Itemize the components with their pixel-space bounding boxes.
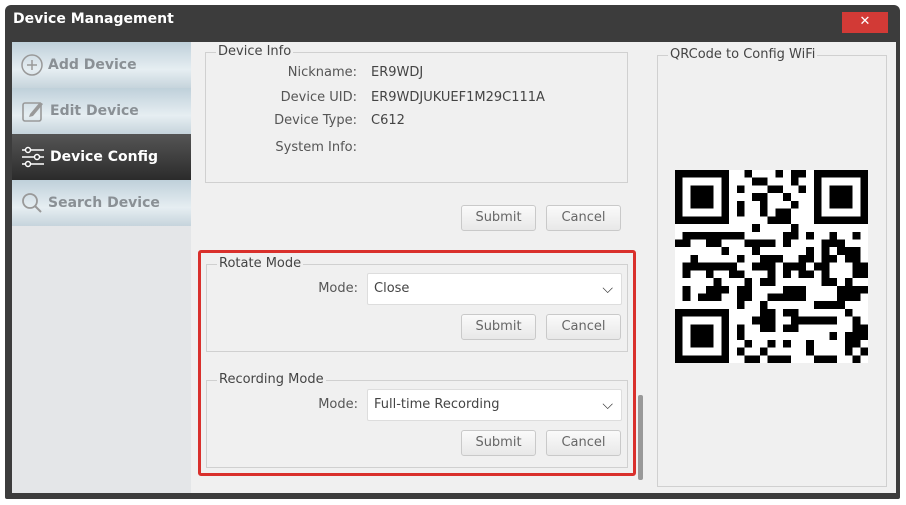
close-button[interactable]: ✕	[842, 12, 888, 33]
nickname-value: ER9WDJ	[371, 65, 424, 80]
window-title: Device Management	[13, 11, 174, 27]
group-legend: Device Info	[216, 44, 294, 59]
sidebar-item-label: Edit Device	[50, 103, 139, 119]
uid-label: Device UID:	[280, 90, 357, 105]
sidebar: Add Device Edit Device Device Config Sea…	[12, 42, 191, 493]
sidebar-item-label: Search Device	[48, 195, 160, 211]
system-info-label: System Info:	[275, 140, 357, 155]
sidebar-item-label: Device Config	[50, 149, 158, 165]
search-icon	[22, 193, 42, 213]
sidebar-item-device-config[interactable]: Device Config	[12, 134, 191, 180]
sidebar-item-add-device[interactable]: Add Device	[12, 42, 191, 88]
edit-icon	[22, 102, 43, 122]
qr-code-image	[675, 170, 868, 363]
nickname-label: Nickname:	[287, 65, 357, 80]
scrollbar-thumb[interactable]	[638, 395, 643, 480]
sidebar-item-edit-device[interactable]: Edit Device	[12, 88, 191, 134]
cancel-button[interactable]: Cancel	[546, 205, 621, 231]
sidebar-item-search-device[interactable]: Search Device	[12, 180, 191, 226]
sliders-icon	[22, 146, 44, 168]
uid-value: ER9WDJUKUEF1M29C111A	[371, 90, 545, 105]
group-legend: QRCode to Config WiFi	[668, 47, 818, 62]
plus-circle-icon	[21, 54, 43, 76]
type-label: Device Type:	[274, 113, 357, 128]
type-value: C612	[371, 113, 405, 128]
highlight-box	[198, 250, 636, 476]
sidebar-item-label: Add Device	[48, 57, 137, 73]
submit-button[interactable]: Submit	[461, 205, 536, 231]
